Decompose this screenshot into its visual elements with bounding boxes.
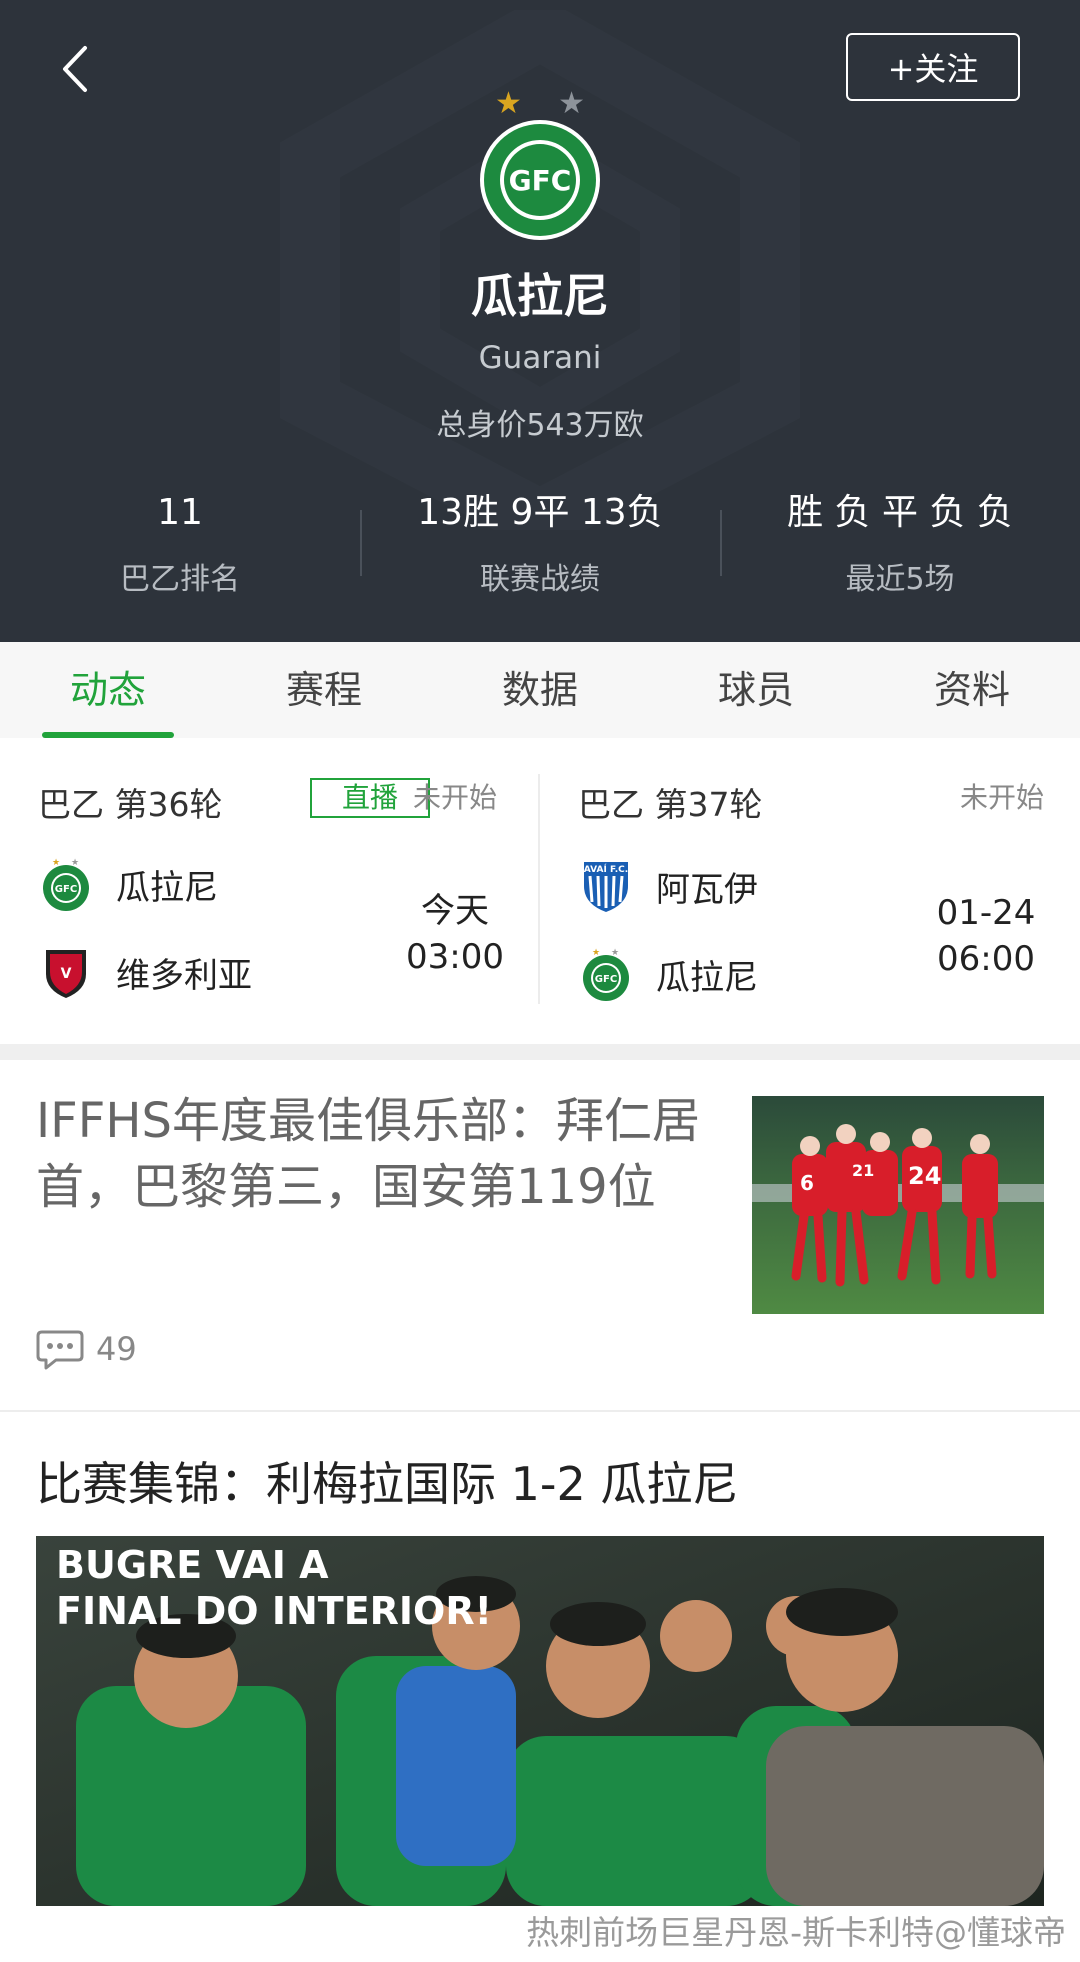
stat-value: 13胜 9平 13负 <box>417 492 663 533</box>
team-name: 瓜拉尼 <box>471 269 609 323</box>
guarani-logo-icon: ★ ★ GFC <box>43 858 89 911</box>
jersey-number: 6 <box>800 1171 814 1195</box>
svg-text:GFC: GFC <box>509 164 572 197</box>
stat-league-record[interactable]: 13胜 9平 13负 联赛战绩 <box>360 488 720 608</box>
match-divider <box>538 774 540 1004</box>
tab-players[interactable]: 球员 <box>648 642 864 738</box>
match-round: 巴乙 第37轮 <box>578 785 763 824</box>
image-caption-line: BUGRE VAI A <box>56 1543 329 1587</box>
gray-star-icon: ★ <box>558 86 585 121</box>
gold-star-icon: ★ <box>495 86 522 121</box>
title-stars: ★ ★ <box>495 86 585 122</box>
match-time: 03:00 <box>406 937 504 977</box>
team-logo: GFC <box>480 120 600 240</box>
tab-schedule[interactable]: 赛程 <box>216 642 432 738</box>
match-datetime: 01-24 06:00 <box>926 890 1046 982</box>
svg-text:V: V <box>61 966 72 982</box>
article-thumbnail: 6 21 24 <box>752 1096 1044 1314</box>
match-round: 巴乙 第36轮 <box>38 785 223 824</box>
comment-bubble-icon <box>36 1330 84 1370</box>
image-caption-line: FINAL DO INTERIOR! <box>56 1589 492 1633</box>
team-name: 阿瓦伊 <box>656 869 758 910</box>
away-team: ★ ★ GFC 瓜拉尼 <box>578 944 758 1004</box>
live-badge[interactable]: 直播 <box>310 778 430 818</box>
match-status: 未开始 <box>960 781 1045 814</box>
jersey-number: 24 <box>908 1162 941 1190</box>
stat-league-rank[interactable]: 11 巴乙排名 <box>0 488 360 608</box>
back-button[interactable] <box>44 36 104 102</box>
home-team: AVAÍ F.C. 阿瓦伊 <box>578 856 758 916</box>
team-name-english: Guarani <box>478 340 602 376</box>
stat-value: 胜 负 平 负 负 <box>787 492 1013 533</box>
tab-bar: 动态 赛程 数据 球员 资料 <box>0 642 1080 738</box>
tab-data[interactable]: 数据 <box>432 642 648 738</box>
team-name: 维多利亚 <box>116 955 252 996</box>
match-date: 今天 <box>421 891 489 931</box>
match-datetime: 今天 03:00 <box>400 888 510 980</box>
article-title: IFFHS年度最佳俱乐部：拜仁居首，巴黎第三，国安第119位 <box>36 1093 700 1215</box>
news-article[interactable]: IFFHS年度最佳俱乐部：拜仁居首，巴黎第三，国安第119位 6 21 24 4… <box>0 1060 1080 1410</box>
tab-news[interactable]: 动态 <box>0 642 216 738</box>
chevron-left-icon <box>63 46 87 92</box>
section-divider <box>0 1044 1080 1060</box>
team-header: +关注 ★ ★ GFC 瓜拉尼 Guarani 总身价543万欧 11 巴乙排名… <box>0 0 1080 642</box>
article-image[interactable]: BUGRE VAI A FINAL DO INTERIOR! <box>36 1536 1044 1906</box>
home-team: ★ ★ GFC 瓜拉尼 <box>38 854 218 914</box>
svg-text:AVAÍ F.C.: AVAÍ F.C. <box>584 863 628 875</box>
follow-button[interactable]: +关注 <box>846 33 1020 101</box>
team-name: 瓜拉尼 <box>116 867 218 908</box>
vitoria-logo-icon: V <box>46 950 86 998</box>
jersey-number: 21 <box>852 1161 874 1180</box>
upcoming-matches: 巴乙 第36轮 直播 未开始 ★ ★ GFC 瓜拉尼 V 维多利亚 今天 03:0… <box>0 738 1080 1044</box>
away-team: V 维多利亚 <box>38 942 252 1002</box>
avai-logo-icon: AVAÍ F.C. <box>584 862 628 912</box>
watermark: 热刺前场巨星丹恩-斯卡利特@懂球帝 <box>526 1913 1066 1952</box>
guarani-logo-icon: ★ ★ GFC <box>583 948 629 1001</box>
team-stats: 11 巴乙排名 13胜 9平 13负 联赛战绩 胜 负 平 负 负 最近5场 <box>0 488 1080 608</box>
svg-text:GFC: GFC <box>595 974 617 985</box>
stat-value: 11 <box>157 492 203 533</box>
match-time: 06:00 <box>937 939 1035 979</box>
article-divider <box>0 1410 1080 1412</box>
team-total-value: 总身价543万欧 <box>436 408 644 443</box>
stat-label: 最近5场 <box>845 562 955 597</box>
match-card[interactable]: 巴乙 第37轮 未开始 AVAÍ F.C. 阿瓦伊 ★ ★ GFC 瓜拉尼 01-… <box>578 738 1048 1044</box>
comment-count[interactable]: 49 <box>36 1328 137 1370</box>
stat-label: 联赛战绩 <box>480 562 600 597</box>
team-name: 瓜拉尼 <box>656 957 758 998</box>
tab-info[interactable]: 资料 <box>864 642 1080 738</box>
stat-recent-form[interactable]: 胜 负 平 负 负 最近5场 <box>720 488 1080 608</box>
stat-label: 巴乙排名 <box>120 562 240 597</box>
svg-text:GFC: GFC <box>55 884 77 895</box>
match-card[interactable]: 巴乙 第36轮 直播 未开始 ★ ★ GFC 瓜拉尼 V 维多利亚 今天 03:0… <box>38 738 508 1044</box>
article-title[interactable]: 比赛集锦：利梅拉国际 1-2 瓜拉尼 <box>36 1448 1046 1514</box>
match-status: 未开始 <box>413 781 498 814</box>
match-date: 01-24 <box>936 893 1036 933</box>
comment-count-value: 49 <box>96 1330 137 1368</box>
